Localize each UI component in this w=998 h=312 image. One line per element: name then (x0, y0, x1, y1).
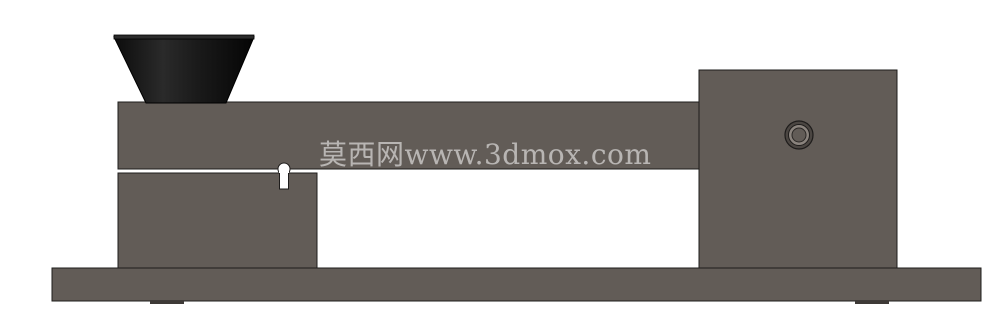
mechanical-assembly-drawing: 莫西网www.3dmox.com (51, 34, 982, 304)
base-plate (51, 267, 982, 302)
hopper-funnel (113, 34, 255, 104)
watermark-text: 莫西网www.3dmox.com (319, 138, 651, 171)
knob-icon (784, 120, 814, 150)
keyhole-slot (277, 162, 291, 190)
base-foot-right (855, 301, 889, 304)
right-housing (698, 69, 898, 269)
base-foot-left (150, 301, 184, 304)
